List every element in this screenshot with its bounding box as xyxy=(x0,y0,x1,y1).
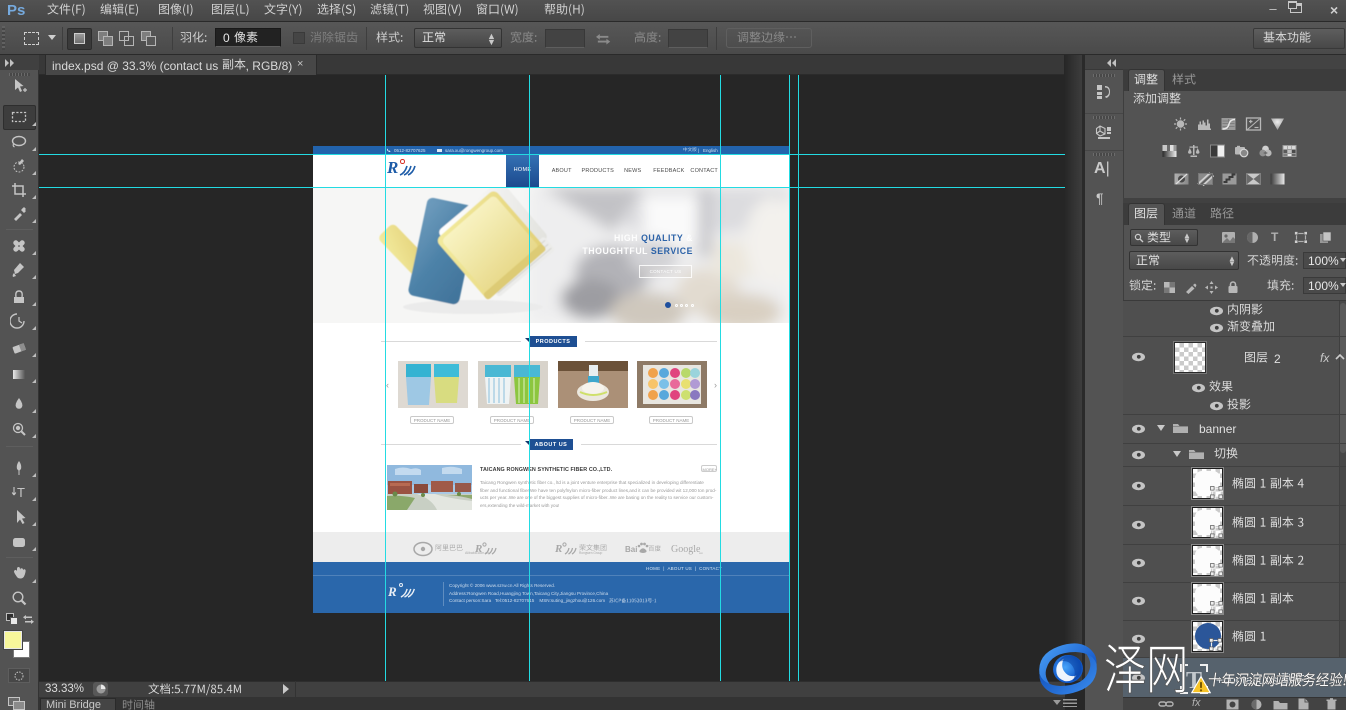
svg-text:Google: Google xyxy=(671,544,701,555)
svg-text:R: R xyxy=(554,543,562,555)
svg-text:T: T xyxy=(17,485,25,500)
svg-text:com: com xyxy=(699,551,703,555)
svg-text:R: R xyxy=(474,543,482,555)
svg-text:Bai: Bai xyxy=(625,545,637,554)
